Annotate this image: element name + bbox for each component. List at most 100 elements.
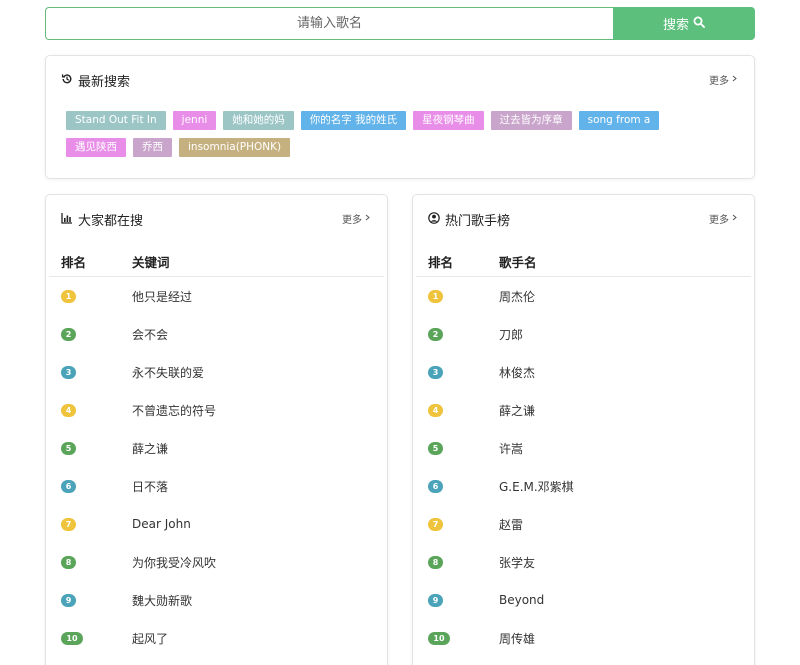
hot-search-header: 大家都在搜 <box>61 210 143 229</box>
table-row[interactable]: 8 为你我受冷风吹 <box>49 543 384 581</box>
row-name: 为你我受冷风吹 <box>132 555 217 570</box>
column-keyword: 关键词 <box>132 255 170 270</box>
rank-cell: 3 <box>49 365 132 379</box>
table-row[interactable]: 5 薛之谦 <box>49 429 384 467</box>
row-name: 刀郎 <box>499 327 524 342</box>
hot-singer-rows: 1 周杰伦 2 刀郎 3 林俊杰 4 薛之谦 5 许嵩 6 G.E.M.邓紫棋 7 赵雷 8 张学友 9 Beyo… <box>416 277 751 657</box>
row-name: 起风了 <box>132 631 169 646</box>
rank-badge: 7 <box>428 517 443 531</box>
rank-cell: 6 <box>49 479 132 493</box>
hot-singer-more-link[interactable]: 更多 <box>709 211 738 226</box>
rank-badge: 10 <box>428 631 450 645</box>
recent-tag[interactable]: 遇见陕西 <box>66 138 126 157</box>
recent-tag[interactable]: 乔西 <box>133 138 172 157</box>
history-icon <box>61 73 73 89</box>
rank-badge: 5 <box>428 441 443 455</box>
hot-singer-title: 热门歌手榜 <box>445 214 511 229</box>
table-row[interactable]: 10 起风了 <box>49 619 384 657</box>
rank-cell: 4 <box>416 403 499 417</box>
table-row[interactable]: 3 林俊杰 <box>416 353 751 391</box>
rank-badge: 1 <box>428 289 443 303</box>
rank-cell: 2 <box>49 327 132 341</box>
hot-search-more-link[interactable]: 更多 <box>342 211 371 226</box>
table-row[interactable]: 10 周传雄 <box>416 619 751 657</box>
row-name: 薛之谦 <box>132 441 169 456</box>
table-row[interactable]: 9 Beyond <box>416 581 751 619</box>
rank-badge: 2 <box>61 327 76 341</box>
hot-singer-panel: 热门歌手榜 更多 排名 歌手名 1 周杰伦 2 刀郎 3 林俊杰 4 薛之谦 5 许嵩 6 G.E.M… <box>412 194 755 665</box>
row-name: 他只是经过 <box>132 289 193 304</box>
row-name: 许嵩 <box>499 441 524 456</box>
table-row[interactable]: 2 刀郎 <box>416 315 751 353</box>
rank-cell: 5 <box>49 441 132 455</box>
rank-cell: 2 <box>416 327 499 341</box>
rank-badge: 6 <box>428 479 443 493</box>
row-name: Beyond <box>499 593 545 607</box>
column-rank: 排名 <box>428 255 454 270</box>
recent-search-title: 最新搜索 <box>78 75 131 90</box>
rank-cell: 8 <box>416 555 499 569</box>
recent-tag[interactable]: insomnia(PHONK) <box>179 138 291 157</box>
column-singer: 歌手名 <box>499 255 537 270</box>
rank-cell: 9 <box>416 593 499 607</box>
search-input[interactable] <box>45 7 613 40</box>
table-row[interactable]: 2 会不会 <box>49 315 384 353</box>
table-row[interactable]: 5 许嵩 <box>416 429 751 467</box>
hot-singer-header: 热门歌手榜 <box>428 210 510 229</box>
rank-cell: 1 <box>49 289 132 303</box>
row-name: 赵雷 <box>499 517 524 532</box>
rank-cell: 3 <box>416 365 499 379</box>
table-row[interactable]: 1 周杰伦 <box>416 277 751 315</box>
chevron-right-icon <box>731 74 738 85</box>
row-name: 日不落 <box>132 479 169 494</box>
bar-chart-icon <box>61 212 73 228</box>
table-header: 排名 歌手名 <box>416 247 751 277</box>
more-label: 更多 <box>342 215 362 226</box>
rank-badge: 8 <box>61 555 76 569</box>
rank-badge: 4 <box>61 403 76 417</box>
rank-badge: 9 <box>61 593 76 607</box>
table-header: 排名 关键词 <box>49 247 384 277</box>
search-button[interactable]: 搜索 <box>613 7 755 40</box>
rank-badge: 3 <box>61 365 76 379</box>
rank-badge: 2 <box>428 327 443 341</box>
row-name: 张学友 <box>499 555 536 570</box>
rank-cell: 4 <box>49 403 132 417</box>
table-row[interactable]: 9 魏大勋新歌 <box>49 581 384 619</box>
recent-search-header: 最新搜索 <box>61 71 130 90</box>
rank-cell: 7 <box>416 517 499 531</box>
search-bar: 搜索 <box>45 7 755 40</box>
rank-cell: 10 <box>49 631 132 645</box>
recent-tag[interactable]: 你的名字 我的姓氏 <box>300 111 407 130</box>
table-row[interactable]: 4 薛之谦 <box>416 391 751 429</box>
rank-cell: 1 <box>416 289 499 303</box>
rank-cell: 7 <box>49 517 132 531</box>
recent-tag[interactable]: 她和她的妈 <box>223 111 294 130</box>
table-row[interactable]: 1 他只是经过 <box>49 277 384 315</box>
table-row[interactable]: 4 不曾遗忘的符号 <box>49 391 384 429</box>
table-row[interactable]: 6 日不落 <box>49 467 384 505</box>
recent-tag[interactable]: jenni <box>172 111 217 130</box>
table-row[interactable]: 8 张学友 <box>416 543 751 581</box>
more-label: 更多 <box>709 76 729 87</box>
row-name: 周杰伦 <box>499 289 536 304</box>
recent-tag[interactable]: 过去皆为序章 <box>490 111 572 130</box>
table-row[interactable]: 6 G.E.M.邓紫棋 <box>416 467 751 505</box>
recent-tag[interactable]: 星夜钢琴曲 <box>413 111 484 130</box>
hot-search-title: 大家都在搜 <box>78 214 144 229</box>
table-row[interactable]: 7 赵雷 <box>416 505 751 543</box>
rank-cell: 5 <box>416 441 499 455</box>
search-button-label: 搜索 <box>662 18 689 33</box>
rank-badge: 7 <box>61 517 76 531</box>
recent-tag[interactable]: song from a <box>578 111 660 130</box>
row-name: Dear John <box>132 517 191 531</box>
table-row[interactable]: 7 Dear John <box>49 505 384 543</box>
rank-badge: 8 <box>428 555 443 569</box>
recent-more-link[interactable]: 更多 <box>709 72 738 87</box>
rank-badge: 3 <box>428 365 443 379</box>
recent-tag[interactable]: Stand Out Fit In <box>66 111 166 130</box>
row-name: G.E.M.邓紫棋 <box>499 479 574 494</box>
row-name: 不曾遗忘的符号 <box>132 403 217 418</box>
table-row[interactable]: 3 永不失联的爱 <box>49 353 384 391</box>
row-name: 周传雄 <box>499 631 536 646</box>
